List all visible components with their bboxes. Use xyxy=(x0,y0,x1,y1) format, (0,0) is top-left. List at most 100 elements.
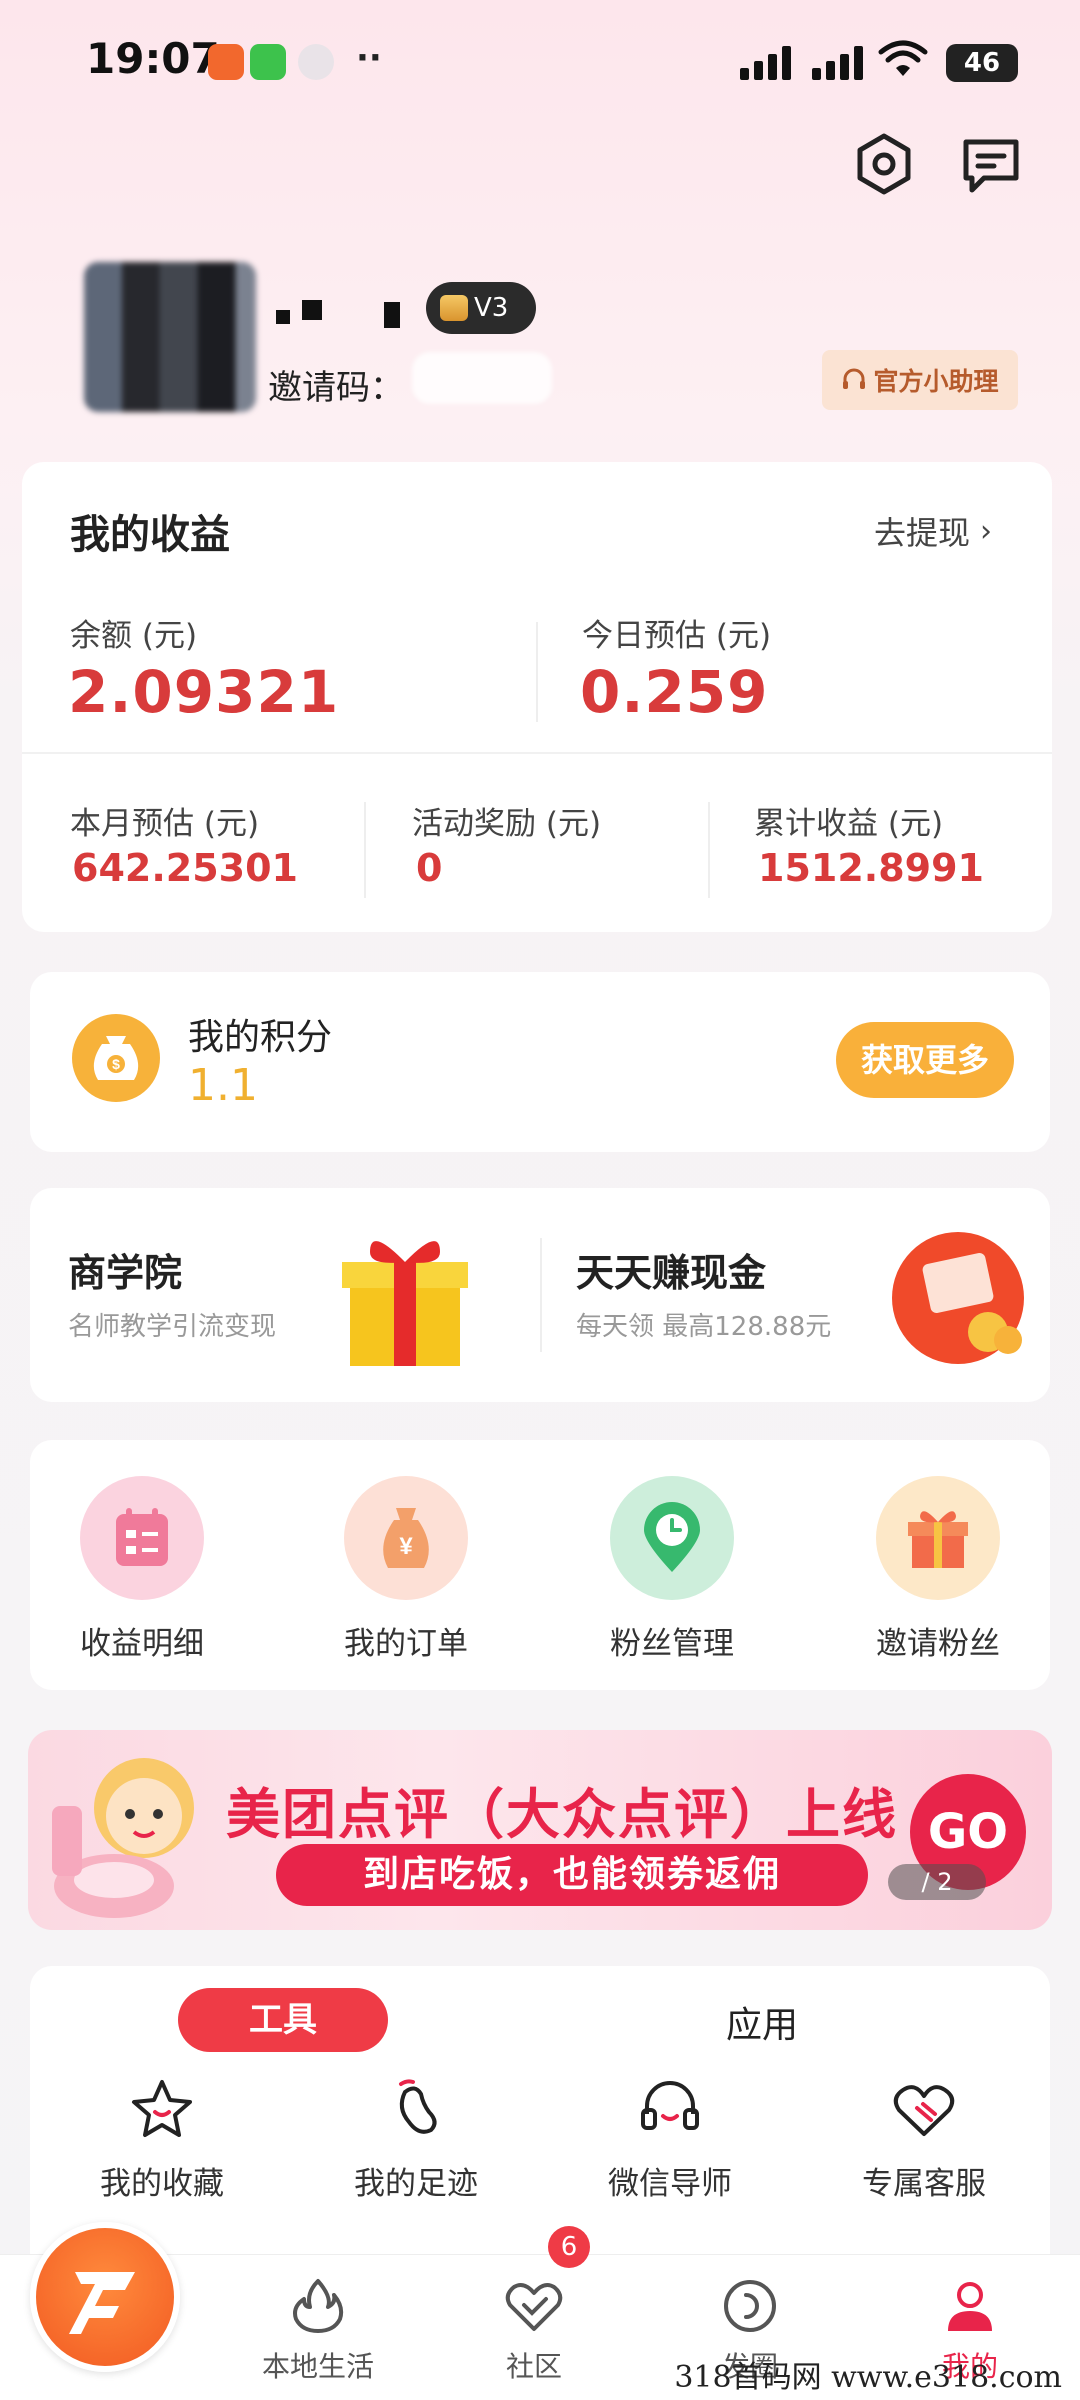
promo-title: 天天赚现金 xyxy=(576,1251,767,1295)
divider xyxy=(364,802,366,898)
app-logo-button[interactable] xyxy=(30,2222,180,2372)
money-bag-icon: $ xyxy=(72,1014,160,1102)
tool-favorites[interactable]: 我的收藏 xyxy=(52,2078,272,2203)
quick-action-earnings-detail[interactable]: 收益明细 xyxy=(42,1476,242,1663)
tool-label: 专属客服 xyxy=(862,2166,986,2202)
official-assistant-button[interactable]: 官方小助理 xyxy=(822,350,1018,410)
daily-cash-entry[interactable]: 天天赚现金 每天领 最高128.88元 xyxy=(542,1188,1050,1402)
tool-label: 微信导师 xyxy=(608,2166,732,2202)
divider xyxy=(708,802,710,898)
message-icon[interactable] xyxy=(960,136,1022,196)
message-app-icon xyxy=(250,44,286,80)
withdraw-link[interactable]: 去提现 › xyxy=(874,508,992,554)
check-heart-icon xyxy=(505,2283,563,2331)
promo-subtitle: 名师教学引流变现 xyxy=(68,1312,277,1342)
location-clock-icon xyxy=(610,1476,734,1600)
quick-action-label: 收益明细 xyxy=(80,1626,204,1662)
tool-footprint[interactable]: 我的足迹 xyxy=(306,2078,526,2203)
balance-value: 2.09321 xyxy=(68,658,340,726)
points-value: 1.1 xyxy=(188,1060,258,1111)
quick-action-label: 粉丝管理 xyxy=(610,1626,734,1662)
svg-text:$: $ xyxy=(112,1056,120,1072)
red-envelope-icon xyxy=(892,1232,1024,1364)
tools-card: 工具 应用 我的收藏 我的足迹 微信导师 专属客服 xyxy=(30,1966,1050,2266)
headset-icon xyxy=(843,368,866,389)
withdraw-label: 去提现 xyxy=(874,514,971,552)
quick-actions-card: 收益明细 ¥ 我的订单 粉丝管理 邀请粉丝 xyxy=(30,1440,1050,1690)
vip-badge: V3 xyxy=(426,282,536,334)
banner-title: 美团点评（大众点评）上线 xyxy=(226,1783,898,1846)
vip-crown-icon xyxy=(440,295,468,321)
more-notifications-icon: ·· xyxy=(356,38,382,78)
total-earnings-label: 累计收益 (元) xyxy=(754,806,944,842)
footprint-icon xyxy=(399,2079,437,2134)
month-estimate-label: 本月预估 (元) xyxy=(70,806,260,842)
circle-icon xyxy=(724,2280,776,2332)
banner-page-indicator: / 2 xyxy=(888,1864,986,1900)
wifi-icon xyxy=(878,40,928,76)
business-school-entry[interactable]: 商学院 名师教学引流变现 xyxy=(30,1188,540,1402)
promo-card: 商学院 名师教学引流变现 天天赚现金 每天领 最高128.88元 xyxy=(30,1188,1050,1402)
get-more-button[interactable]: 获取更多 xyxy=(836,1022,1014,1098)
heart-card-icon xyxy=(893,2085,955,2136)
gift-icon xyxy=(876,1476,1000,1600)
username-redacted xyxy=(272,296,412,330)
nav-label: 本地生活 xyxy=(261,2350,374,2383)
settings-icon[interactable] xyxy=(852,132,916,196)
tool-customer-service[interactable]: 专属客服 xyxy=(814,2078,1034,2203)
points-title: 我的积分 xyxy=(188,1017,333,1058)
tool-label: 我的足迹 xyxy=(354,2166,478,2202)
watermark: 318首码网 www.e318.com xyxy=(674,2360,1062,2395)
points-card: $ 我的积分 1.1 获取更多 xyxy=(30,972,1050,1152)
promo-subtitle: 每天领 最高128.88元 xyxy=(576,1312,832,1342)
divider xyxy=(536,622,538,722)
month-estimate-value: 642.25301 xyxy=(72,846,298,890)
quick-action-fans-management[interactable]: 粉丝管理 xyxy=(572,1476,772,1663)
headset-icon xyxy=(641,2081,699,2130)
quick-action-label: 我的订单 xyxy=(344,1626,468,1662)
money-bag-icon: ¥ xyxy=(344,1476,468,1600)
tab-tools[interactable]: 工具 xyxy=(178,1988,388,2052)
tool-wechat-mentor[interactable]: 微信导师 xyxy=(560,2078,780,2203)
nav-local-life[interactable]: 本地生活 xyxy=(228,2277,408,2385)
tool-label: 我的收藏 xyxy=(100,2166,224,2202)
app-logo-icon xyxy=(69,2272,135,2334)
community-badge: 6 xyxy=(548,2226,590,2268)
promo-title: 商学院 xyxy=(68,1251,183,1295)
status-time: 19:07 xyxy=(86,34,220,83)
quick-action-my-orders[interactable]: ¥ 我的订单 xyxy=(306,1476,506,1663)
activity-reward-value: 0 xyxy=(416,846,443,890)
activity-reward-label: 活动奖励 (元) xyxy=(412,806,602,842)
mascot-illustration xyxy=(52,1758,194,1918)
quick-action-invite-fans[interactable]: 邀请粉丝 xyxy=(838,1476,1038,1663)
app-notification-icon xyxy=(208,44,244,80)
svg-text:¥: ¥ xyxy=(399,1533,413,1560)
tab-apps[interactable]: 应用 xyxy=(726,1996,798,2048)
today-estimate-label: 今日预估 (元) xyxy=(582,618,772,654)
avatar[interactable] xyxy=(84,262,256,412)
person-icon xyxy=(948,2282,992,2331)
today-estimate-value: 0.259 xyxy=(580,658,769,726)
calendar-icon xyxy=(80,1476,204,1600)
assistant-label: 官方小助理 xyxy=(873,367,999,396)
vip-level: V3 xyxy=(474,293,509,323)
balance-label: 余额 (元) xyxy=(70,618,198,654)
game-app-icon xyxy=(298,44,334,80)
divider xyxy=(22,752,1052,754)
invite-code-label: 邀请码： xyxy=(268,368,404,408)
nav-community[interactable]: 社区 xyxy=(444,2277,624,2385)
status-bar: 19:07 ·· 46 xyxy=(0,0,1080,130)
earnings-card: 我的收益 去提现 › 余额 (元) 2.09321 今日预估 (元) 0.259… xyxy=(22,462,1052,932)
signal-icon xyxy=(740,46,796,80)
star-icon xyxy=(132,2080,192,2137)
signal-icon-2 xyxy=(812,46,868,80)
gift-box-icon xyxy=(342,1241,468,1366)
flame-icon xyxy=(293,2279,344,2333)
total-earnings-value: 1512.8991 xyxy=(758,846,984,890)
quick-action-label: 邀请粉丝 xyxy=(876,1626,1000,1662)
earnings-title: 我的收益 xyxy=(70,512,230,558)
promo-banner[interactable]: 美团点评（大众点评）上线 到店吃饭，也能领券返佣 GO / 2 xyxy=(28,1730,1052,1930)
chevron-right-icon: › xyxy=(980,513,993,549)
banner-subtitle: 到店吃饭，也能领券返佣 xyxy=(276,1844,868,1906)
nav-label: 社区 xyxy=(505,2350,562,2383)
